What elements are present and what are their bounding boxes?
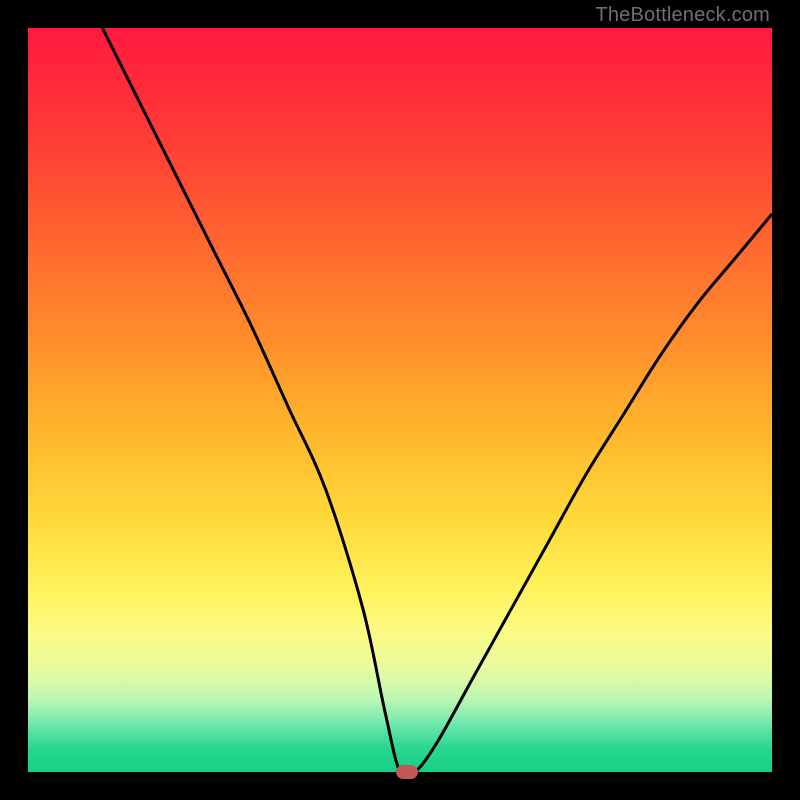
optimal-point-marker [396,765,418,779]
plot-area [28,28,772,772]
chart-frame: TheBottleneck.com [0,0,800,800]
bottleneck-curve [28,28,772,772]
curve-path [102,28,772,772]
watermark-text: TheBottleneck.com [595,4,770,27]
